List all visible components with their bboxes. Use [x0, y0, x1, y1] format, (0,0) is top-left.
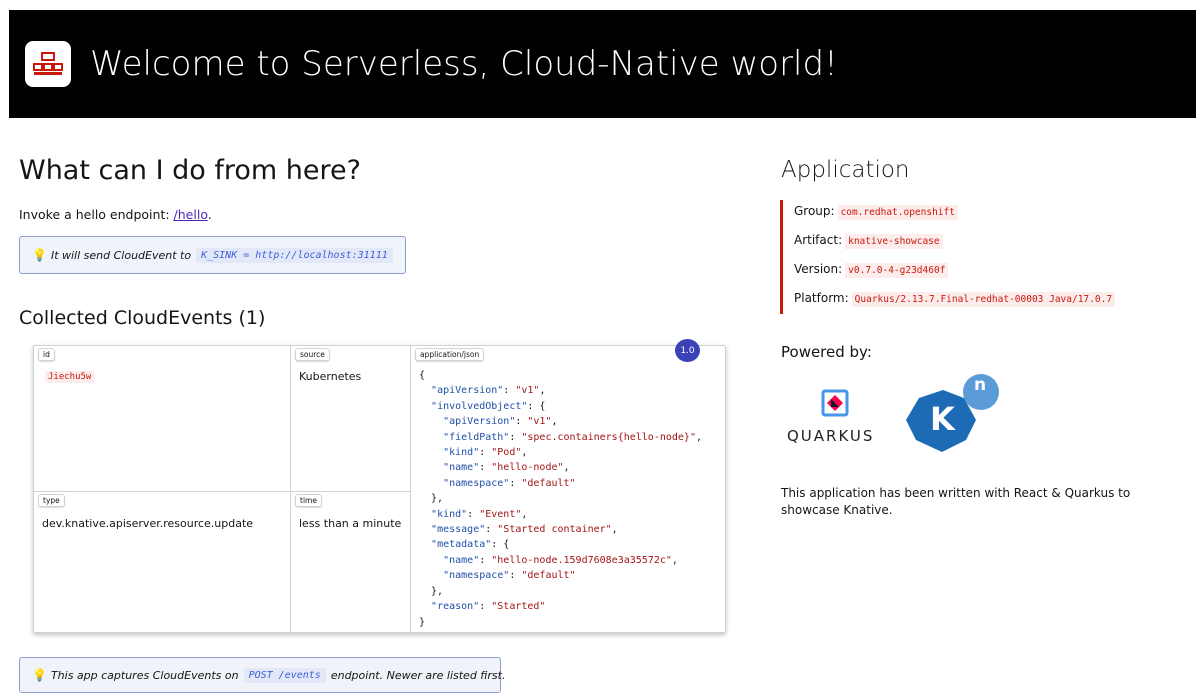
events-endpoint-code: POST /events [243, 667, 326, 683]
main-heading: What can I do from here? [19, 155, 361, 186]
lightbulb-icon: 💡 [32, 248, 47, 262]
spec-version-badge: 1.0 [675, 339, 700, 362]
quarkus-logo: QUARKUS [787, 389, 887, 449]
quarkus-icon [821, 389, 849, 417]
application-heading: Application [781, 157, 910, 183]
time-label: time [295, 494, 322, 507]
type-value: dev.knative.apiserver.resource.update [42, 517, 254, 530]
invoke-text: Invoke a hello endpoint: /hello. [19, 207, 212, 222]
page-title: Welcome to Serverless, Cloud-Native worl… [90, 44, 838, 84]
events-heading: Collected CloudEvents (1) [19, 307, 266, 329]
hello-link[interactable]: /hello [174, 207, 208, 222]
application-info: Group: com.redhat.openshift Artifact: knat… [780, 200, 1196, 314]
platform-row: Platform: Quarkus/2.13.7.Final-redhat-000… [794, 291, 1116, 307]
artifact-row: Artifact: knative-showcase [794, 233, 943, 249]
group-row: Group: com.redhat.openshift [794, 204, 958, 220]
event-json: { "apiVersion": "v1", "involvedObject": … [419, 370, 703, 628]
id-label: id [38, 348, 55, 361]
powered-by-heading: Powered by: [781, 343, 872, 361]
event-json-cell: application/json { "apiVersion": "v1", "… [411, 346, 727, 634]
event-source-cell: source Kubernetes [291, 346, 411, 492]
source-value: Kubernetes [299, 370, 362, 383]
type-label: type [38, 494, 65, 507]
event-id-cell: id Jiechu5w [34, 346, 291, 492]
event-time-cell: time less than a minute [291, 492, 411, 634]
version-row: Version: v0.7.0-4-g23d460f [794, 262, 949, 278]
event-type-cell: type dev.knative.apiserver.resource.upda… [34, 492, 291, 634]
logo-icon [25, 41, 71, 87]
json-label: application/json [415, 348, 485, 361]
header: Welcome to Serverless, Cloud-Native worl… [9, 10, 1196, 118]
id-value: Jiechu5w [45, 371, 95, 383]
capture-note: 💡 This app captures CloudEvents on POST … [19, 657, 505, 693]
lightbulb-icon: 💡 [32, 668, 47, 682]
sink-note: 💡 It will send CloudEvent to K_SINK = ht… [19, 236, 406, 274]
app-description: This application has been written with R… [781, 486, 1131, 517]
knative-logo: K n [903, 370, 1003, 460]
time-value: less than a minute [299, 517, 402, 530]
cloudevent-card: id Jiechu5w source Kubernetes type dev.k… [33, 345, 727, 634]
source-label: source [295, 348, 330, 361]
sink-code: K_SINK = http://localhost:31111 [196, 247, 393, 263]
